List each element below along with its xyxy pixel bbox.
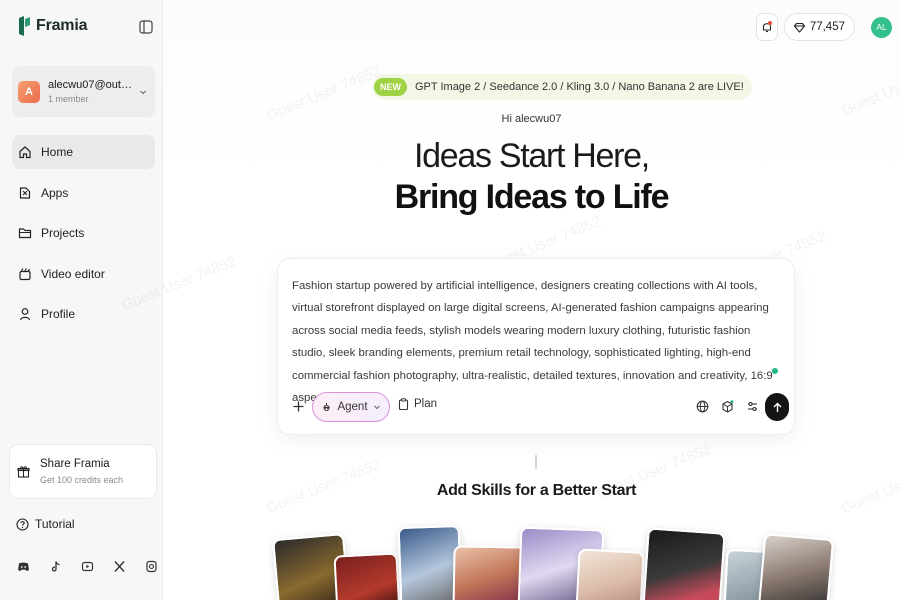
announcement-banner[interactable]: NEW GPT Image 2 / Seedance 2.0 / Kling 3…	[372, 74, 752, 100]
plan-label: Plan	[414, 398, 438, 410]
notification-dot	[767, 21, 772, 25]
discord-icon[interactable]	[17, 560, 30, 573]
prompt-composer: Fashion startup powered by artificial in…	[277, 258, 795, 435]
brand-name: Framia	[36, 17, 88, 34]
app-root: Framia A alecwu07@outloo... 1 member Hom…	[0, 0, 900, 600]
globe-icon[interactable]	[696, 400, 709, 413]
new-badge: NEW	[374, 78, 407, 96]
skills-section-title: Add Skills for a Better Start	[436, 482, 637, 499]
main-content: Guest User 74852 Guest User 74852 Guest …	[119, 0, 900, 600]
video-editor-icon	[19, 267, 31, 280]
gift-icon	[17, 466, 30, 478]
arrow-up-icon	[773, 402, 781, 412]
sidebar-collapse-icon[interactable]	[139, 20, 153, 34]
notifications-button[interactable]	[755, 13, 778, 41]
watermark: Guest User 74852	[839, 58, 900, 120]
credits-button[interactable]: 77,457	[783, 13, 855, 41]
prompt-input[interactable]: Fashion startup powered by artificial in…	[292, 275, 776, 409]
diamond-icon	[793, 22, 805, 33]
hero-title-line1: Ideas Start Here,	[414, 137, 650, 175]
skill-card[interactable]	[575, 548, 645, 600]
account-avatar: A	[18, 80, 40, 103]
hero-title-line2: Bring Ideas to Life	[394, 178, 670, 216]
share-subtitle: Get 100 credits each	[40, 475, 124, 485]
plus-icon[interactable]	[292, 400, 305, 413]
account-members: 1 member	[48, 94, 89, 104]
announcement-text: GPT Image 2 / Seedance 2.0 / Kling 3.0 /…	[415, 81, 744, 93]
agent-mode-button[interactable]: Agent	[312, 392, 390, 422]
clipboard-icon	[398, 398, 409, 410]
skill-card[interactable]	[333, 552, 401, 600]
credits-count: 77,457	[809, 21, 845, 33]
sidebar-item-label: Profile	[41, 307, 76, 321]
sidebar-item-home[interactable]: Home	[12, 135, 155, 169]
x-icon[interactable]	[113, 560, 126, 573]
skill-cards	[163, 520, 900, 600]
account-switcher[interactable]: A alecwu07@outloo... 1 member	[12, 66, 155, 117]
tutorial-label: Tutorial	[35, 517, 75, 531]
tiktok-icon[interactable]	[49, 560, 62, 573]
agent-label: Agent	[337, 401, 368, 413]
send-button[interactable]	[765, 393, 789, 421]
sidebar-item-label: Apps	[41, 185, 69, 200]
instagram-icon[interactable]	[145, 560, 158, 573]
skill-card[interactable]	[642, 527, 726, 600]
account-text: alecwu07@outloo... 1 member	[48, 79, 139, 104]
sidebar-item-label: Projects	[41, 226, 85, 240]
apps-icon	[19, 186, 31, 199]
home-icon	[19, 146, 31, 159]
sidebar-item-projects[interactable]: Projects	[12, 216, 155, 250]
scroll-indicator-icon	[535, 455, 537, 469]
folder-icon	[18, 228, 32, 239]
sidebar-item-label: Video editor	[41, 266, 105, 281]
brand[interactable]: Framia	[18, 16, 87, 36]
sidebar-item-apps[interactable]: Apps	[12, 176, 155, 210]
share-title: Share Framia	[40, 458, 110, 470]
greeting: Hi alecwu07	[501, 113, 562, 125]
settings-sliders-icon[interactable]	[746, 400, 759, 413]
account-email: alecwu07@outloo...	[48, 79, 134, 91]
user-avatar[interactable]: AL	[871, 16, 892, 38]
share-text: Share Framia Get 100 credits each	[40, 458, 123, 485]
sidebar-item-profile[interactable]: Profile	[12, 297, 155, 331]
status-dot	[772, 368, 778, 374]
sidebar: Framia A alecwu07@outloo... 1 member Hom…	[0, 0, 163, 600]
tutorial-link[interactable]: Tutorial	[16, 517, 75, 531]
youtube-icon[interactable]	[81, 560, 94, 573]
share-framia-card[interactable]: Share Framia Get 100 credits each	[9, 444, 157, 499]
agent-icon	[323, 402, 330, 411]
social-links	[17, 560, 158, 573]
chevron-down-icon	[140, 90, 146, 94]
help-icon	[16, 517, 29, 531]
plan-button[interactable]: Plan	[398, 398, 437, 410]
sidebar-nav: Home Apps Projects Video editor Profile	[12, 135, 155, 338]
prompt-toolbar: Agent Plan	[292, 391, 789, 423]
cube-icon[interactable]	[721, 400, 734, 413]
framia-logo-icon	[19, 16, 30, 36]
sidebar-item-label: Home	[41, 145, 74, 159]
profile-icon	[19, 308, 31, 321]
sidebar-item-video-editor[interactable]: Video editor	[12, 257, 155, 291]
skill-card[interactable]	[757, 533, 835, 600]
chevron-down-icon	[373, 405, 380, 410]
top-right-controls: 77,457 AL	[755, 13, 892, 41]
